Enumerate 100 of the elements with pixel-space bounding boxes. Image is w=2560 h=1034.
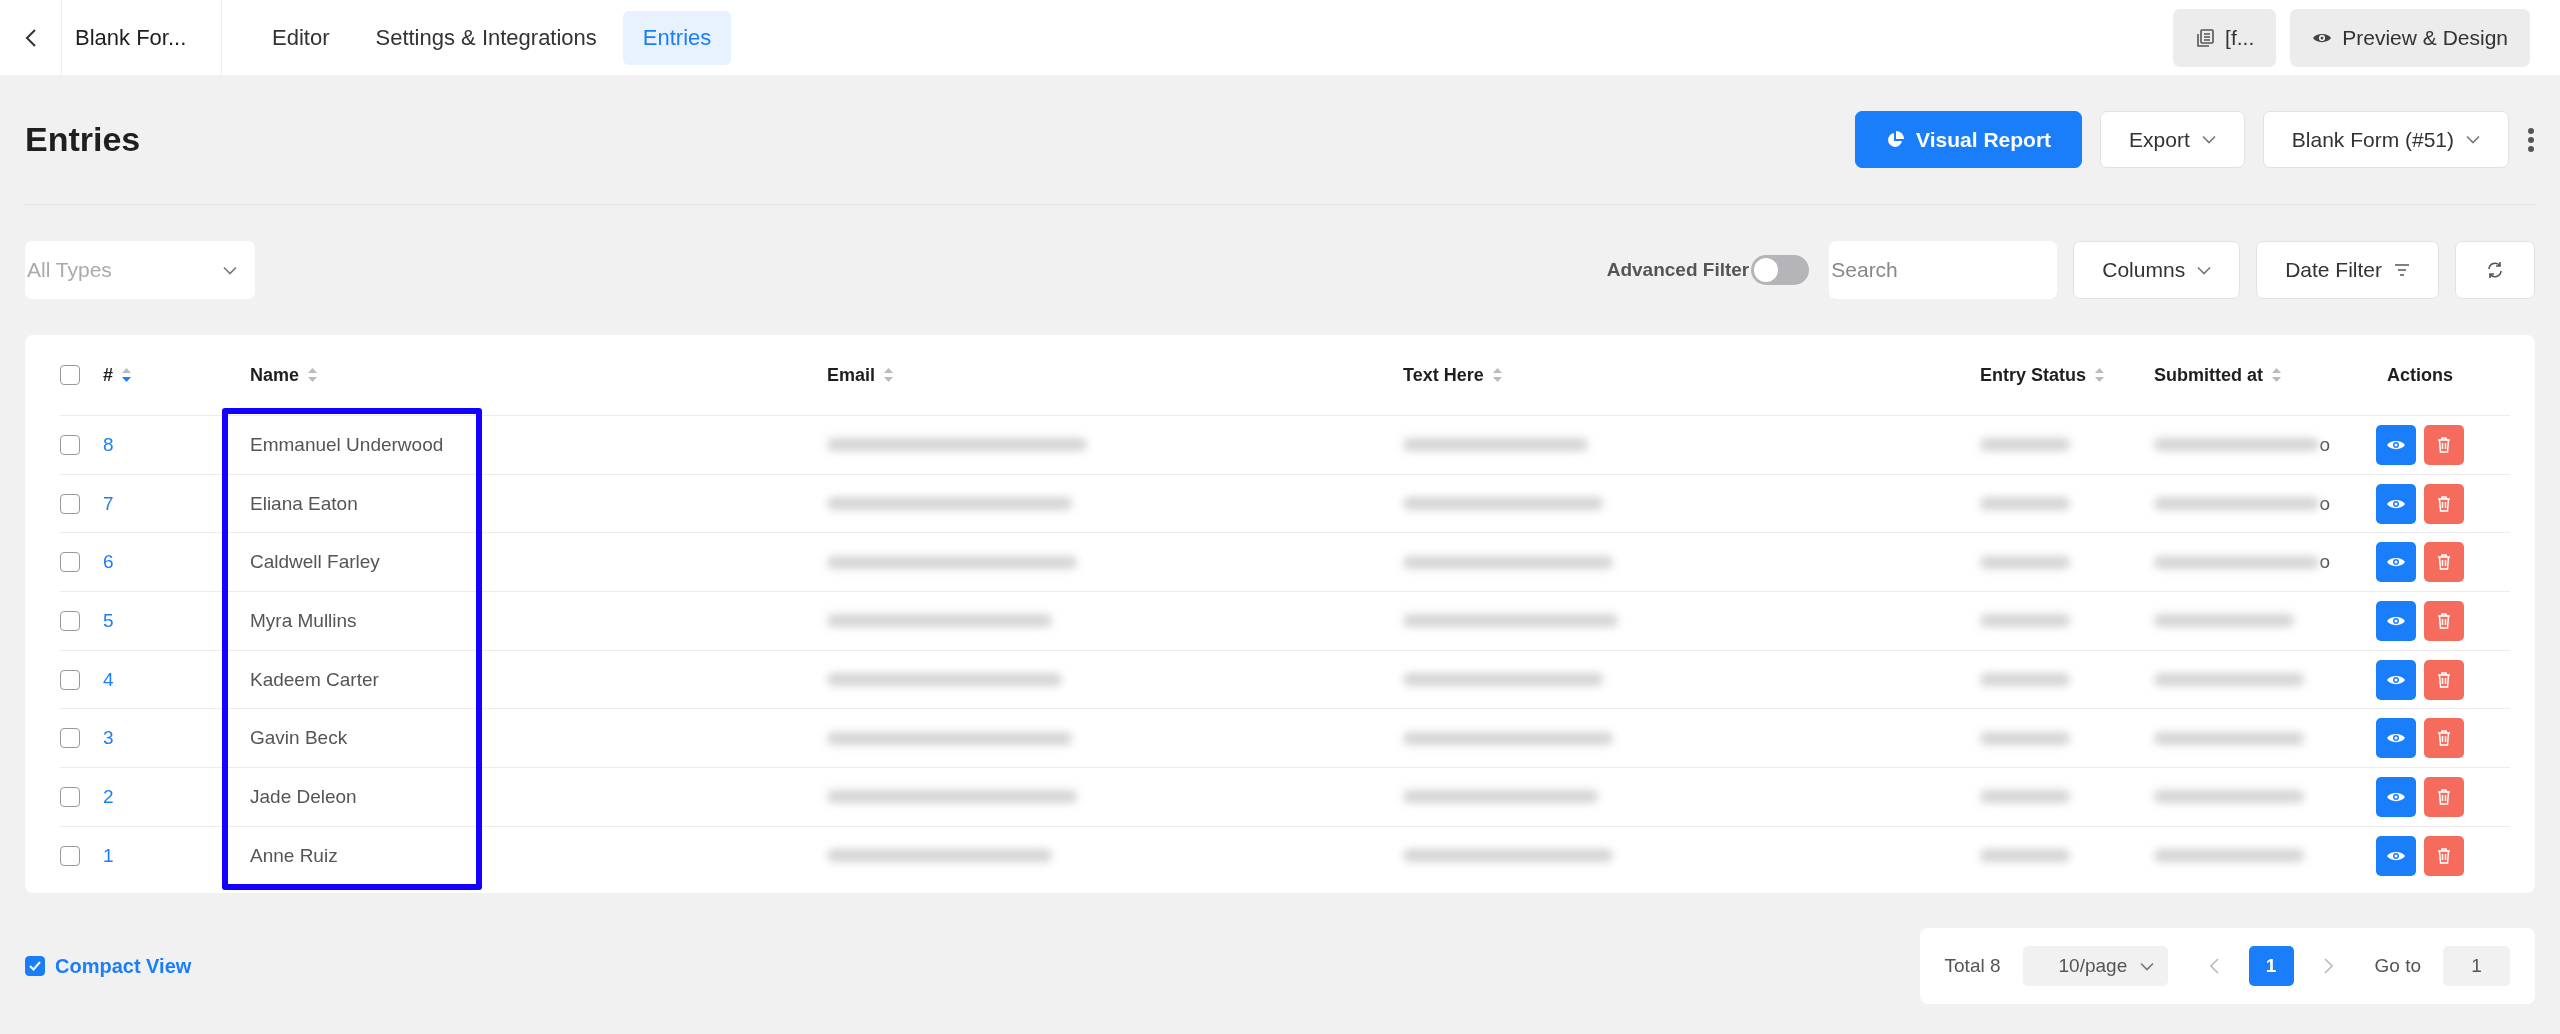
- more-menu-icon[interactable]: [2527, 126, 2535, 153]
- view-button[interactable]: [2376, 776, 2416, 817]
- entry-id-link[interactable]: 8: [103, 433, 114, 456]
- row-checkbox[interactable]: [60, 669, 80, 690]
- entry-id-link[interactable]: 4: [103, 668, 114, 691]
- name-cell: Eliana Eaton: [250, 492, 358, 515]
- sort-icon[interactable]: [883, 367, 895, 383]
- entry-id-link[interactable]: 1: [103, 844, 114, 867]
- trash-icon: [2437, 788, 2451, 805]
- name-cell: Jade Deleon: [250, 785, 357, 808]
- column-header: Submitted at: [2154, 364, 2263, 386]
- row-checkbox[interactable]: [60, 434, 80, 455]
- goto-label: Go to: [2374, 955, 2421, 977]
- visual-report-button[interactable]: Visual Report: [1855, 111, 2083, 168]
- chevron-down-icon: [2466, 135, 2480, 144]
- name-cell: Myra Mullins: [250, 609, 357, 632]
- date-filter-button[interactable]: Date Filter: [2256, 241, 2439, 299]
- name-cell: Gavin Beck: [250, 727, 348, 750]
- sort-icon[interactable]: [2271, 367, 2282, 383]
- form-select[interactable]: Blank Form (#51): [2262, 111, 2509, 168]
- view-button[interactable]: [2376, 600, 2416, 641]
- name-cell: Caldwell Farley: [250, 551, 380, 574]
- pie-chart-icon: [1886, 130, 1905, 149]
- column-header: Email: [827, 364, 876, 386]
- chevron-down-icon: [2139, 961, 2154, 971]
- sort-icon[interactable]: [1491, 367, 1503, 383]
- previous-page-icon[interactable]: [2209, 958, 2219, 974]
- row-checkbox[interactable]: [60, 552, 80, 573]
- entry-id-link[interactable]: 6: [103, 551, 114, 574]
- nav-tab[interactable]: Settings & Integrations: [355, 10, 617, 65]
- page-button[interactable]: 1: [2248, 946, 2294, 986]
- columns-button[interactable]: Columns: [2073, 241, 2241, 299]
- type-select[interactable]: All Types: [25, 241, 255, 299]
- next-page-icon[interactable]: [2323, 958, 2333, 974]
- goto-field[interactable]: 1: [2443, 946, 2510, 986]
- trash-icon: [2437, 554, 2451, 571]
- view-button[interactable]: [2376, 424, 2416, 465]
- delete-button[interactable]: [2424, 776, 2464, 817]
- trash-icon: [2437, 436, 2451, 453]
- view-button[interactable]: [2376, 542, 2416, 583]
- column-header: Entry Status: [1980, 364, 2087, 386]
- row-checkbox[interactable]: [60, 845, 80, 866]
- delete-button[interactable]: [2424, 483, 2464, 524]
- page-title: Entries: [25, 120, 141, 159]
- back-icon: [24, 27, 37, 48]
- name-cell: Anne Ruiz: [250, 844, 338, 867]
- form-title: Blank For...: [62, 0, 222, 75]
- delete-button[interactable]: [2424, 600, 2464, 641]
- page-size-select[interactable]: 10/page: [2022, 946, 2168, 986]
- entry-id-link[interactable]: 7: [103, 492, 114, 515]
- sort-icon[interactable]: [121, 367, 132, 383]
- sort-icon[interactable]: [2094, 367, 2106, 383]
- date-fragment: o: [2319, 551, 2330, 574]
- trash-icon: [2437, 847, 2451, 864]
- advanced-filter-label: Advanced Filter: [1606, 259, 1750, 281]
- delete-button[interactable]: [2424, 542, 2464, 583]
- column-header: Text Here: [1403, 364, 1484, 386]
- view-button[interactable]: [2376, 718, 2416, 759]
- delete-button[interactable]: [2424, 659, 2464, 700]
- column-header: Name: [250, 364, 300, 386]
- trash-icon: [2437, 495, 2451, 512]
- name-cell: Emmanuel Underwood: [250, 433, 444, 456]
- view-button[interactable]: [2376, 659, 2416, 700]
- delete-button[interactable]: [2424, 835, 2464, 876]
- nav-tab[interactable]: Entries: [622, 10, 732, 65]
- column-header: #: [103, 364, 113, 386]
- nav-tab[interactable]: Editor: [252, 10, 350, 65]
- preview-button[interactable]: Preview & Design: [2290, 8, 2530, 67]
- column-header: Actions: [2387, 364, 2453, 386]
- row-checkbox[interactable]: [60, 728, 80, 749]
- trash-icon: [2437, 612, 2451, 629]
- filter-lines-icon: [2394, 264, 2410, 276]
- name-cell: Kadeem Carter: [250, 668, 379, 691]
- entry-id-link[interactable]: 2: [103, 785, 114, 808]
- view-button[interactable]: [2376, 835, 2416, 876]
- entry-id-link[interactable]: 5: [103, 609, 114, 632]
- view-button[interactable]: [2376, 483, 2416, 524]
- row-checkbox[interactable]: [60, 786, 80, 807]
- trash-icon: [2437, 671, 2451, 688]
- date-fragment: o: [2319, 492, 2330, 515]
- chevron-down-icon: [2201, 135, 2216, 144]
- delete-button[interactable]: [2424, 718, 2464, 759]
- check-icon: [29, 961, 41, 971]
- entry-id-link[interactable]: 3: [103, 727, 114, 750]
- refresh-icon: [2486, 261, 2504, 279]
- shortcode-button[interactable]: [f...: [2173, 8, 2277, 67]
- trash-icon: [2437, 730, 2451, 747]
- chevron-down-icon: [223, 265, 237, 275]
- sort-icon[interactable]: [307, 367, 319, 383]
- row-checkbox[interactable]: [60, 493, 80, 514]
- row-checkbox[interactable]: [60, 610, 80, 631]
- advanced-filter-toggle[interactable]: [1751, 255, 1810, 285]
- search-field[interactable]: Search: [1829, 241, 2058, 299]
- chevron-down-icon: [2197, 265, 2212, 275]
- compact-view-checkbox[interactable]: [25, 956, 45, 976]
- date-fragment: o: [2319, 433, 2330, 456]
- select-all-checkbox[interactable]: [60, 365, 80, 385]
- delete-button[interactable]: [2424, 424, 2464, 465]
- copy-icon: [2195, 27, 2216, 48]
- export-button[interactable]: Export: [2100, 111, 2245, 168]
